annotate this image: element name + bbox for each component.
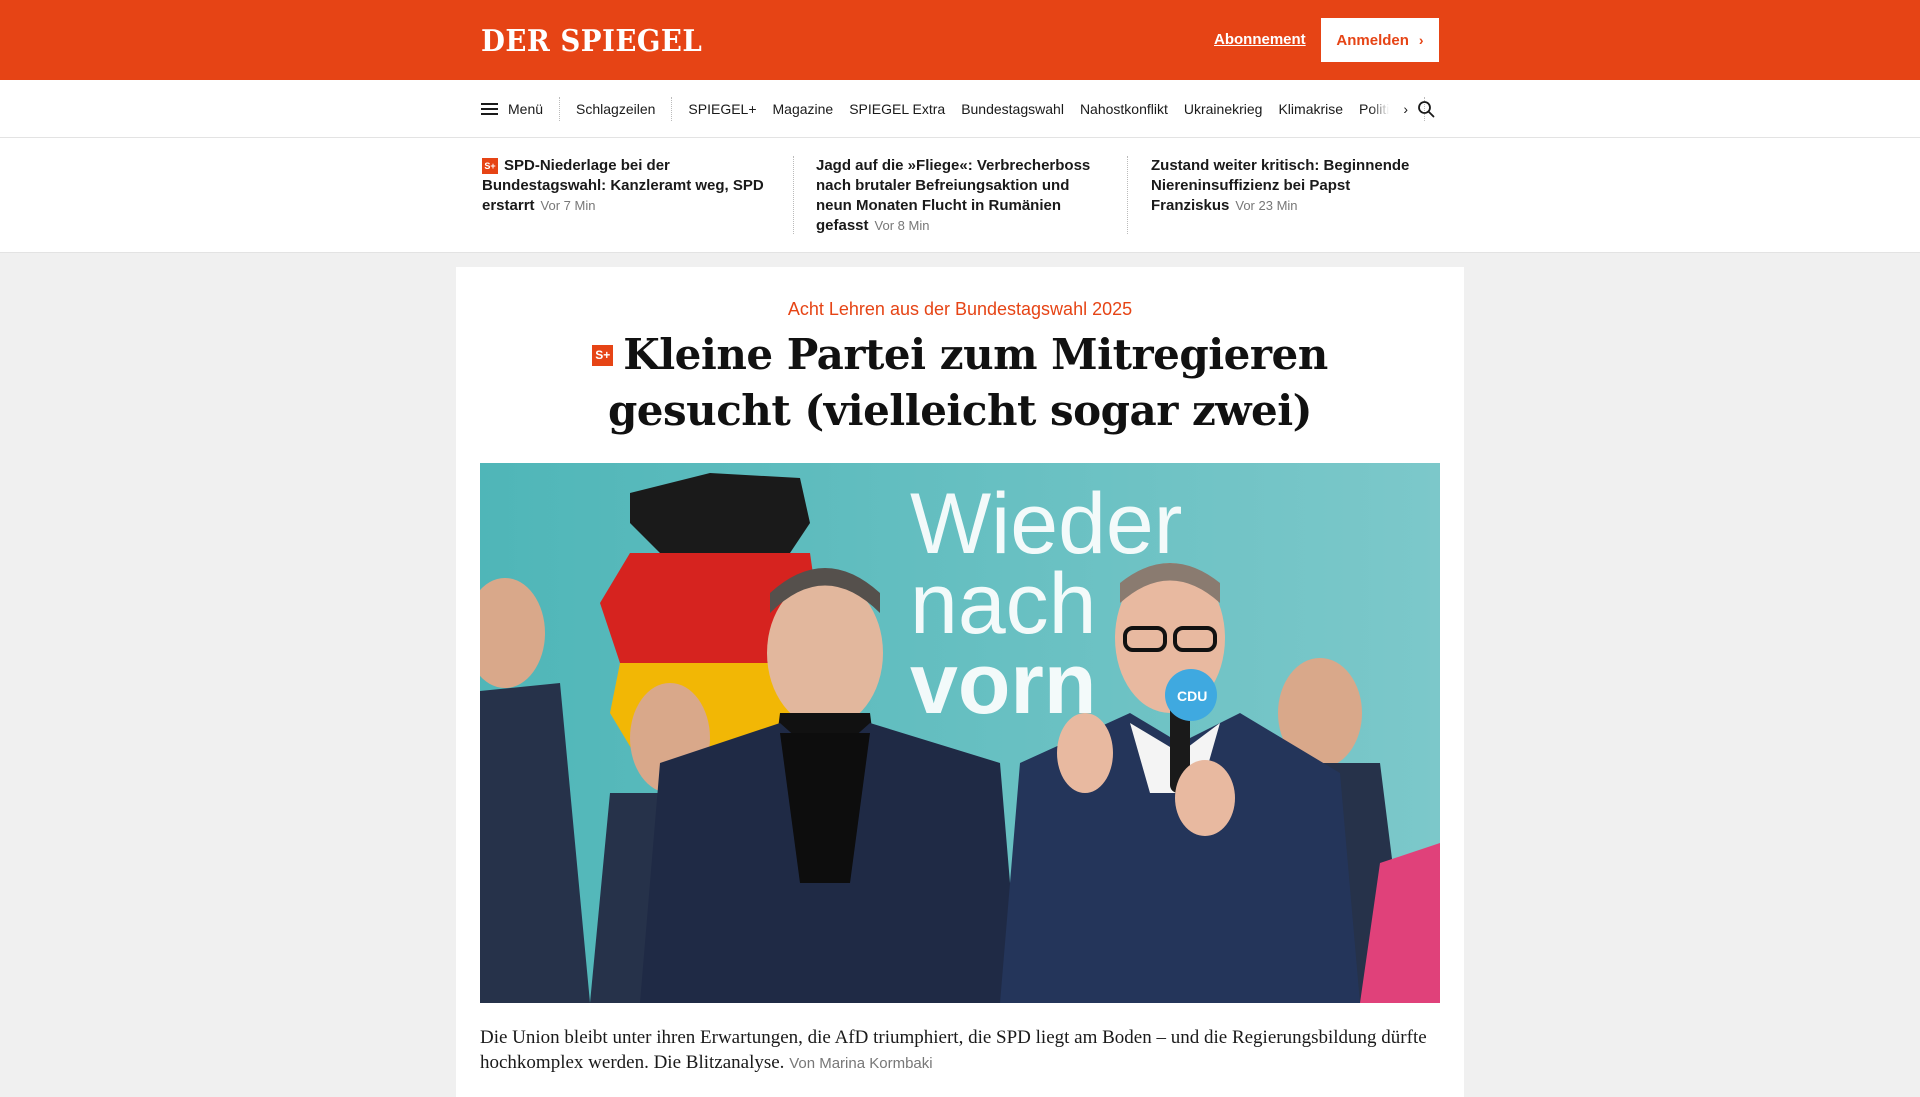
teaser-divider [793, 156, 794, 234]
teaser-time: Vor 23 Min [1235, 198, 1298, 213]
teaser-item[interactable]: S+ SPD-Niederlage bei der Bundestagswahl:… [482, 156, 772, 216]
spiegel-plus-badge: S+ [482, 158, 498, 174]
top-header: DER SPIEGEL Abonnement Anmelden › [0, 0, 1920, 80]
article-teaser[interactable]: Die Union bleibt unter ihren Erwartungen… [480, 1025, 1440, 1076]
article-kicker[interactable]: Acht Lehren aus der Bundestagswahl 2025 [456, 299, 1464, 320]
nav-item-ukrainekrieg[interactable]: Ukrainekrieg [1184, 101, 1263, 117]
article-teaser-text: Die Union bleibt unter ihren Erwartungen… [480, 1027, 1427, 1073]
top-stories-bar: S+ SPD-Niederlage bei der Bundestagswahl:… [0, 138, 1920, 253]
microphone-cdu-label: CDU [1177, 688, 1207, 704]
main-navigation: Menü Schlagzeilen SPIEGEL+ Magazine SPIE… [0, 80, 1920, 138]
nav-divider [559, 96, 561, 121]
campaign-slogan-line3: vorn [910, 636, 1096, 732]
politicians-on-stage-photo: Wieder nach vorn CDU [480, 463, 1440, 1003]
search-icon[interactable] [1417, 100, 1435, 118]
nav-item-magazine[interactable]: Magazine [773, 101, 834, 117]
teaser-title: SPD-Niederlage bei der Bundestagswahl: K… [482, 157, 764, 214]
login-button[interactable]: Anmelden › [1321, 18, 1439, 62]
lead-article: Acht Lehren aus der Bundestagswahl 2025 … [456, 267, 1464, 1097]
menu-label: Menü [508, 100, 544, 117]
spiegel-plus-badge: S+ [592, 345, 614, 366]
article-author: Von Marina Kormbaki [789, 1055, 933, 1072]
teaser-time: Vor 8 Min [874, 218, 930, 233]
subscription-link[interactable]: Abonnement [1214, 31, 1306, 48]
login-button-label: Anmelden [1336, 31, 1409, 49]
nav-item-spiegel-plus[interactable]: SPIEGEL+ [688, 101, 756, 117]
article-headline[interactable]: S+ Kleine Partei zum Mitregieren gesucht … [516, 327, 1404, 439]
nav-item-headlines[interactable]: Schlagzeilen [576, 101, 655, 117]
teaser-item[interactable]: Jagd auf die »Fliege«: Verbrecherboss na… [816, 156, 1106, 236]
menu-button[interactable]: Menü [481, 101, 543, 117]
nav-item-klimakrise[interactable]: Klimakrise [1278, 101, 1343, 117]
nav-divider [671, 96, 673, 121]
teaser-item[interactable]: Zustand weiter kritisch: Beginnende Nier… [1151, 156, 1441, 216]
spiegel-logo[interactable]: DER SPIEGEL [481, 24, 702, 59]
chevron-right-icon[interactable]: › [1403, 101, 1408, 117]
teaser-divider [1127, 156, 1128, 234]
headline-text: Kleine Partei zum Mitregieren gesucht (v… [607, 330, 1328, 435]
chevron-right-icon: › [1418, 32, 1424, 48]
hamburger-icon [481, 102, 498, 115]
nav-item-bundestagswahl[interactable]: Bundestagswahl [961, 101, 1064, 117]
article-hero-image[interactable]: Wieder nach vorn CDU [480, 463, 1440, 1003]
teaser-time: Vor 7 Min [540, 198, 596, 213]
nav-item-nahostkonflikt[interactable]: Nahostkonflikt [1080, 101, 1168, 117]
teaser-title: Jagd auf die »Fliege«: Verbrecherboss na… [816, 157, 1091, 234]
nav-item-spiegel-extra[interactable]: SPIEGEL Extra [849, 101, 945, 117]
nav-item-politik[interactable]: Politik [1359, 101, 1389, 117]
